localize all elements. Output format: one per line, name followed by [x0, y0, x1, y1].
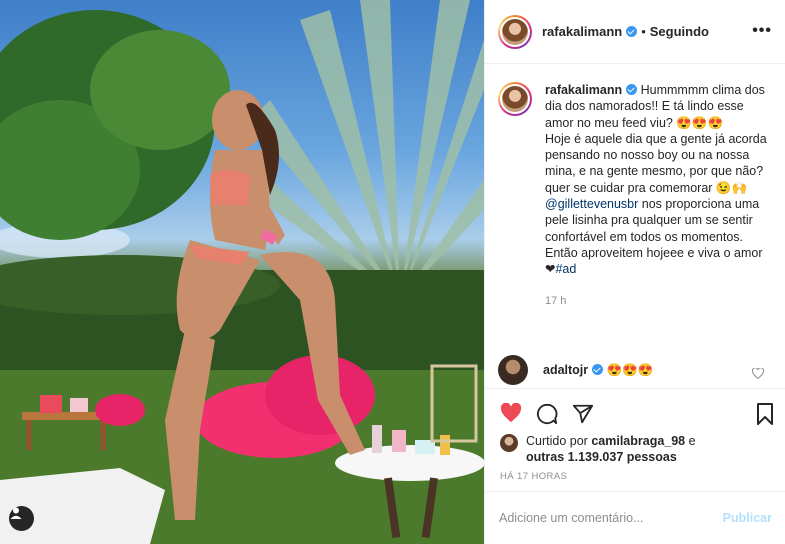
following-button[interactable]: Seguindo — [650, 24, 709, 39]
liked-by: Curtido por camilabraga_98 e outras 1.13… — [500, 433, 776, 465]
liked-by-conj: e — [688, 434, 696, 448]
separator-dot: • — [641, 24, 646, 39]
liker-avatar[interactable] — [500, 434, 518, 452]
post-timestamp[interactable]: HÁ 17 HORAS — [500, 471, 567, 482]
post-side-panel: rafakalimann • Seguindo ••• rafakalimann… — [484, 0, 785, 544]
comment-text: adaltojr 😍😍😍 — [543, 363, 653, 378]
post-photo[interactable] — [0, 0, 484, 544]
tagged-users-icon[interactable] — [9, 506, 34, 531]
post-header: rafakalimann • Seguindo ••• — [485, 0, 785, 64]
mention-link[interactable]: @gillettevenusbr — [545, 197, 638, 211]
hashtag-link[interactable]: #ad — [555, 262, 576, 276]
liked-by-text: Curtido por camilabraga_98 e outras 1.13… — [526, 433, 776, 465]
caption: rafakalimann Hummmmm clima dos dia dos n… — [498, 82, 783, 309]
more-options-icon[interactable]: ••• — [752, 22, 772, 40]
caption-time[interactable]: 17 h — [545, 293, 770, 309]
publish-button[interactable]: Publicar — [723, 511, 772, 525]
caption-text: rafakalimann Hummmmm clima dos dia dos n… — [545, 82, 770, 309]
caption-line-2: Hoje é aquele dia que a gente já acorda … — [545, 131, 767, 195]
author-avatar[interactable] — [498, 14, 532, 49]
commenter-avatar[interactable] — [498, 355, 528, 385]
liked-by-prefix: Curtido por — [526, 434, 588, 448]
caption-username[interactable]: rafakalimann — [545, 83, 622, 97]
caption-line-4: Então aproveitem hojeee e viva o amor ❤ — [545, 245, 763, 277]
commenter-username[interactable]: adaltojr — [543, 363, 588, 377]
comment-icon[interactable] — [536, 403, 558, 425]
like-comment-heart-icon[interactable] — [752, 368, 764, 379]
caption-avatar[interactable] — [498, 82, 532, 116]
add-comment-bar: Publicar — [485, 491, 785, 544]
verified-badge-icon — [626, 84, 638, 95]
author-username[interactable]: rafakalimann — [542, 24, 622, 39]
photo-illustration — [0, 0, 484, 544]
post-actions: Curtido por camilabraga_98 e outras 1.13… — [485, 388, 785, 490]
instagram-post: rafakalimann • Seguindo ••• rafakalimann… — [0, 0, 785, 544]
comment-input[interactable] — [499, 511, 723, 525]
verified-badge-icon — [626, 26, 638, 37]
comment-body: 😍😍😍 — [606, 362, 654, 377]
verified-badge-icon — [592, 363, 604, 375]
comment-row: adaltojr 😍😍😍 — [498, 355, 783, 385]
action-icons — [500, 403, 594, 425]
comments-area[interactable]: rafakalimann Hummmmm clima dos dia dos n… — [485, 65, 785, 387]
likes-count[interactable]: outras 1.139.037 pessoas — [526, 450, 677, 464]
liker-username[interactable]: camilabraga_98 — [591, 434, 685, 448]
share-icon[interactable] — [572, 403, 594, 425]
liked-heart-icon[interactable] — [500, 403, 522, 423]
save-bookmark-icon[interactable] — [756, 403, 774, 425]
